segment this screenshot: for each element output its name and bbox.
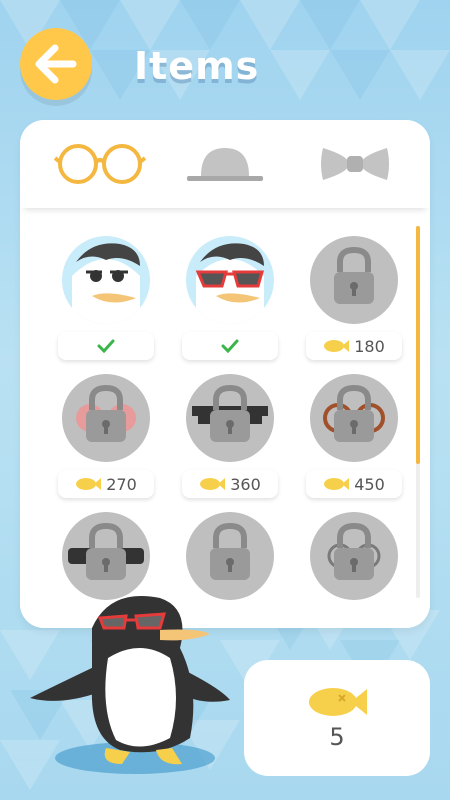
tab-bowtie[interactable]	[310, 140, 400, 188]
item-card[interactable]	[180, 512, 280, 600]
back-button[interactable]	[20, 28, 92, 100]
coin-count: 5	[329, 723, 345, 751]
check-icon	[97, 339, 115, 353]
item-card[interactable]: 270	[56, 374, 156, 498]
fish-coin-icon	[324, 478, 350, 490]
owned-badge	[58, 332, 154, 360]
scrollbar-thumb[interactable]	[416, 226, 420, 464]
hat-icon	[187, 148, 263, 181]
owned-badge	[182, 332, 278, 360]
fish-coin-icon	[200, 478, 226, 490]
tab-hat[interactable]	[180, 140, 270, 188]
price-value: 270	[106, 474, 137, 494]
price-value: 360	[230, 474, 261, 494]
item-card[interactable]: 360	[180, 374, 280, 498]
glasses-icon	[54, 144, 146, 184]
price-tag: 450	[306, 470, 402, 498]
item-preview-locked	[310, 512, 398, 600]
arrow-left-icon	[35, 44, 77, 84]
penguin-mascot	[30, 596, 230, 774]
item-preview	[186, 236, 274, 324]
scrollbar[interactable]	[416, 226, 420, 598]
tab-glasses[interactable]	[50, 140, 150, 188]
item-card[interactable]: 180	[304, 236, 404, 360]
category-tabs	[20, 120, 430, 208]
item-card[interactable]	[304, 512, 404, 600]
price-tag: 360	[182, 470, 278, 498]
price-value: 180	[354, 336, 385, 356]
item-card[interactable]	[56, 512, 156, 600]
coin-balance-card: 5	[244, 660, 430, 776]
fish-coin-icon	[76, 478, 102, 490]
item-card[interactable]: 450	[304, 374, 404, 498]
items-panel: 180 270 360 450	[20, 120, 430, 628]
item-preview-locked	[310, 236, 398, 324]
item-preview-locked	[62, 512, 150, 600]
item-preview-locked	[310, 374, 398, 462]
price-tag: 270	[58, 470, 154, 498]
item-card[interactable]	[56, 236, 156, 360]
bowtie-icon	[321, 148, 389, 180]
item-preview	[62, 236, 150, 324]
price-tag: 180	[306, 332, 402, 360]
check-icon	[221, 339, 239, 353]
item-preview-locked	[62, 374, 150, 462]
items-grid: 180 270 360 450	[20, 208, 430, 628]
fish-coin-icon	[309, 688, 367, 716]
item-preview-locked	[186, 512, 274, 600]
item-preview-locked	[186, 374, 274, 462]
page-title: Items	[134, 44, 260, 88]
fish-coin-icon	[324, 340, 350, 352]
price-value: 450	[354, 474, 385, 494]
item-card[interactable]	[180, 236, 280, 360]
